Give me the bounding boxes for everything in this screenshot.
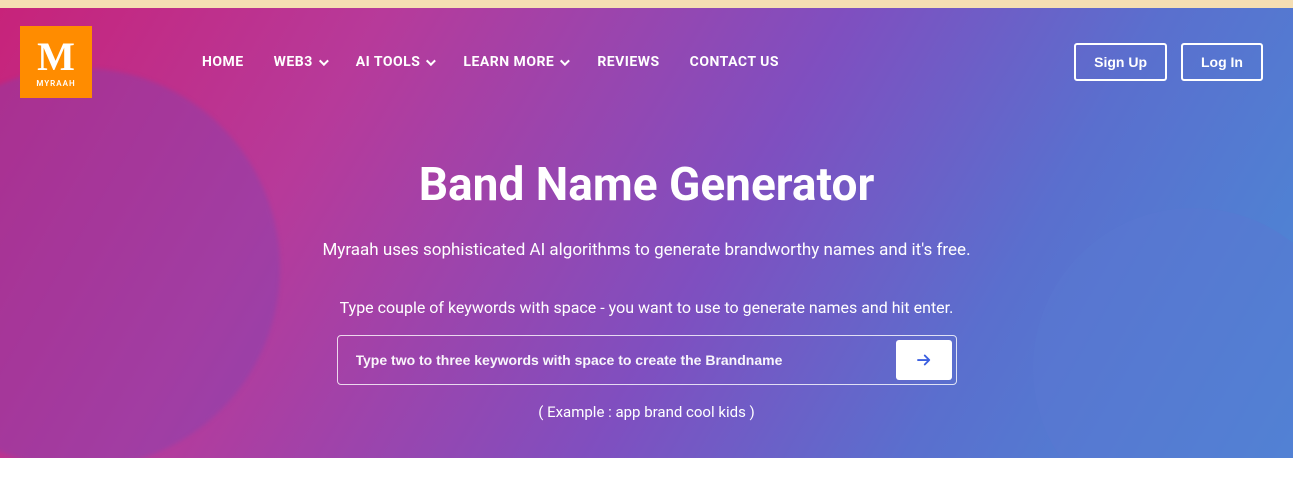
footer-gap [0,458,1293,501]
chevron-down-icon [426,56,436,66]
nav-home[interactable]: HOME [202,54,244,70]
nav-learn-more[interactable]: LEARN MORE [463,54,567,70]
header: M MYRAAH HOME WEB3 AI TOOLS LEARN MORE R… [0,8,1293,98]
nav-reviews[interactable]: REVIEWS [597,54,659,70]
logo-letter: M [37,37,75,77]
nav-label: HOME [202,54,244,70]
signup-button[interactable]: Sign Up [1074,43,1167,81]
nav-contact[interactable]: CONTACT US [690,54,779,70]
page-subtitle: Myraah uses sophisticated AI algorithms … [197,240,1097,260]
auth-buttons: Sign Up Log In [1074,43,1263,81]
logo[interactable]: M MYRAAH [20,26,92,98]
hero-section: M MYRAAH HOME WEB3 AI TOOLS LEARN MORE R… [0,8,1293,458]
logo-text: MYRAAH [36,79,75,88]
instruction-text: Type couple of keywords with space - you… [197,298,1097,317]
login-button[interactable]: Log In [1181,43,1263,81]
hero-content: Band Name Generator Myraah uses sophisti… [197,98,1097,421]
search-form [337,335,957,385]
submit-button[interactable] [896,340,952,380]
nav-label: CONTACT US [690,54,779,70]
nav-ai-tools[interactable]: AI TOOLS [356,54,434,70]
main-nav: HOME WEB3 AI TOOLS LEARN MORE REVIEWS CO… [202,54,779,70]
nav-label: WEB3 [274,54,313,70]
chevron-down-icon [560,56,570,66]
page-title: Band Name Generator [197,158,1097,212]
nav-label: AI TOOLS [356,54,421,70]
nav-web3[interactable]: WEB3 [274,54,326,70]
arrow-right-icon [915,351,933,369]
nav-label: REVIEWS [597,54,659,70]
keyword-input[interactable] [342,340,896,380]
chevron-down-icon [319,56,329,66]
example-text: ( Example : app brand cool kids ) [197,403,1097,421]
top-stripe [0,0,1293,8]
nav-label: LEARN MORE [463,54,554,70]
